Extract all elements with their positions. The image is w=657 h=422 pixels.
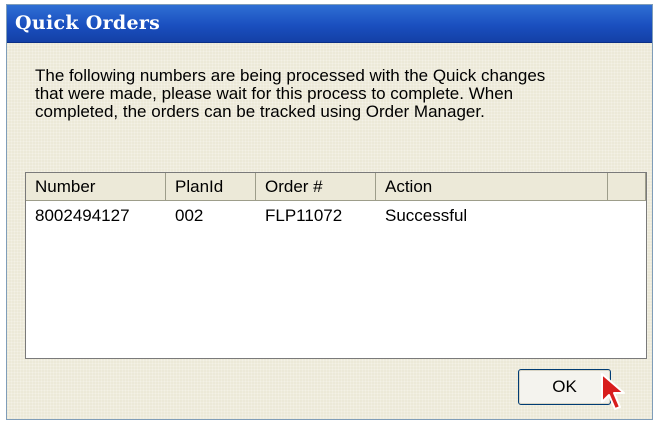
- column-header-number[interactable]: Number: [26, 173, 166, 201]
- dialog-message: The following numbers are being processe…: [35, 66, 546, 121]
- ok-button[interactable]: OK: [518, 369, 611, 405]
- column-header-action[interactable]: Action: [376, 173, 608, 201]
- orders-list[interactable]: Number PlanId Order # Action 8002494127 …: [25, 172, 647, 359]
- column-header-order[interactable]: Order #: [256, 173, 376, 201]
- table-row[interactable]: 8002494127 002 FLP11072 Successful: [26, 205, 646, 227]
- column-header-planid[interactable]: PlanId: [166, 173, 256, 201]
- cell-action: Successful: [385, 206, 468, 225]
- cell-number: 8002494127: [35, 206, 130, 225]
- column-header-filler: [608, 173, 646, 201]
- cell-order: FLP11072: [265, 206, 343, 225]
- cell-planid: 002: [175, 206, 204, 225]
- dialog-title: Quick Orders: [15, 12, 161, 34]
- mouse-cursor-icon: [601, 373, 625, 410]
- quick-orders-dialog: Quick Orders The following numbers are b…: [6, 4, 653, 420]
- title-bar[interactable]: Quick Orders: [7, 5, 652, 43]
- list-header: Number PlanId Order # Action: [26, 173, 646, 201]
